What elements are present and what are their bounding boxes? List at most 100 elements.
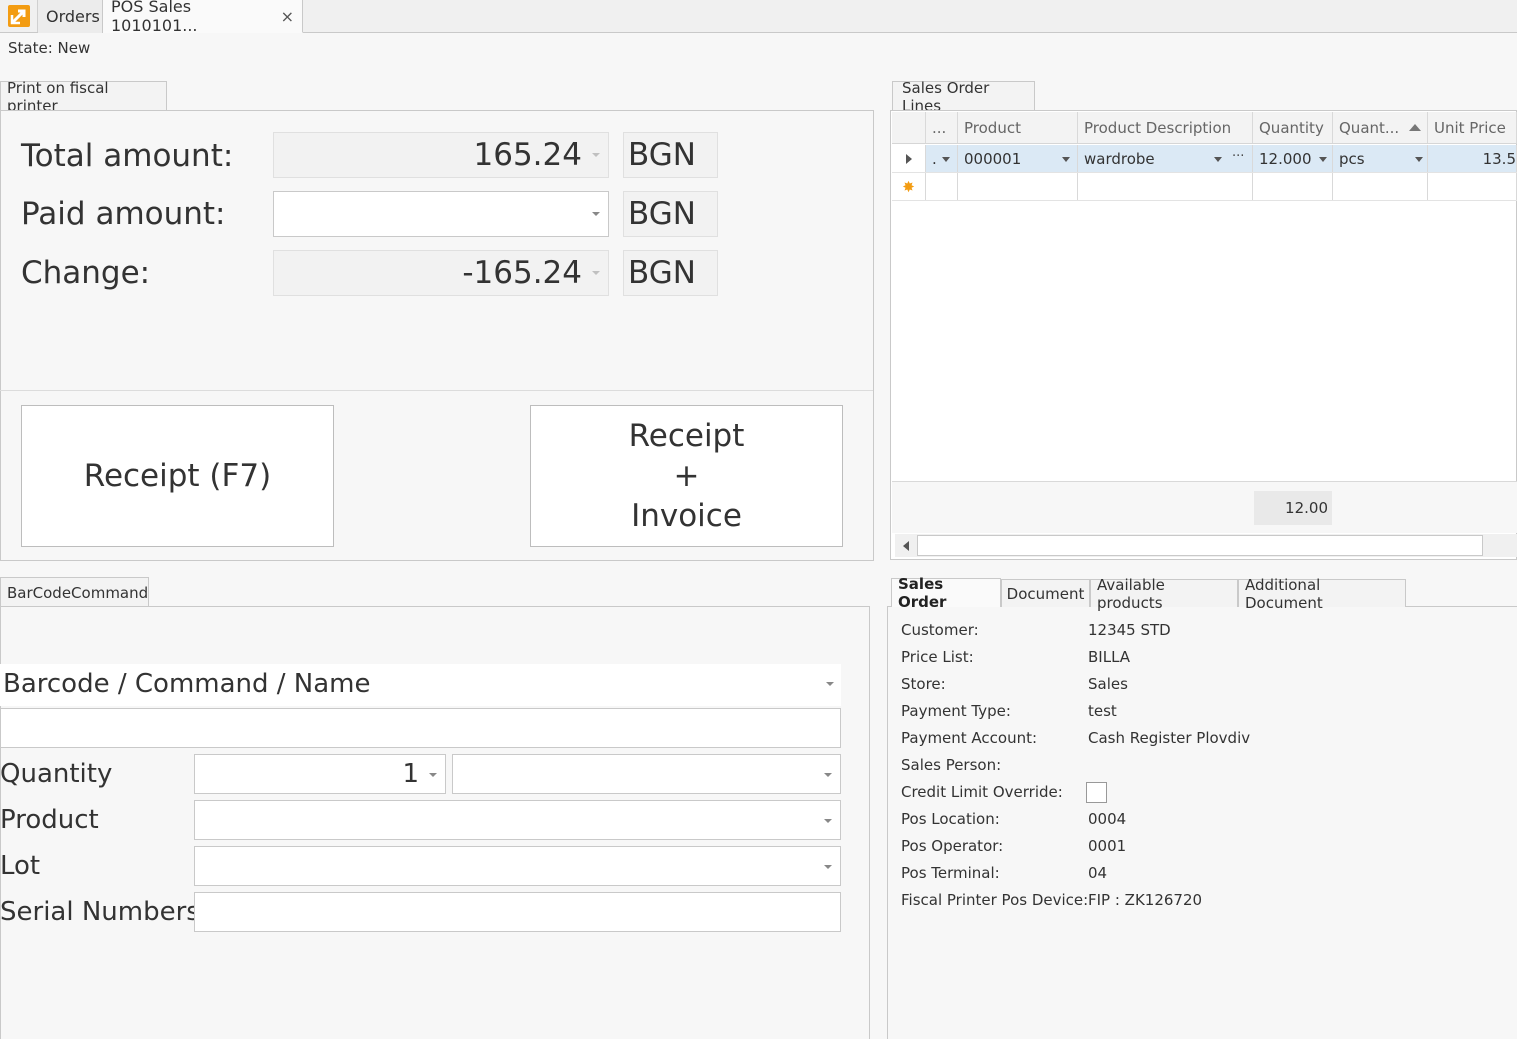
column-header-quantity-unit[interactable]: Quant...: [1333, 112, 1428, 143]
pos-terminal-value: 04: [1088, 864, 1108, 882]
chevron-down-icon: [592, 153, 600, 157]
cell-dots[interactable]: .: [926, 145, 958, 172]
cell-quantity-value: 12.000: [1259, 149, 1312, 168]
payment-account-value: Cash Register Plovdiv: [1088, 729, 1251, 747]
payment-type-value: test: [1088, 702, 1117, 720]
divider: [0, 390, 873, 391]
scrollbar-thumb[interactable]: [917, 535, 1483, 556]
chevron-down-icon[interactable]: [1415, 157, 1423, 162]
row-indicator-header: [892, 112, 926, 143]
payment-type-label: Payment Type:: [901, 702, 1011, 720]
cell-unit-price-value: 13.5: [1482, 149, 1516, 168]
tab-print-on-fiscal-printer[interactable]: Print on fiscal printer: [0, 79, 167, 115]
pos-location-label: Pos Location:: [901, 810, 1000, 828]
chevron-down-icon[interactable]: [824, 819, 832, 823]
column-header-dots[interactable]: ...: [926, 112, 958, 143]
tab-additional-document[interactable]: Additional Document: [1238, 576, 1406, 612]
pos-location-value: 0004: [1088, 810, 1127, 828]
ellipsis-button[interactable]: ···: [1232, 149, 1244, 164]
scroll-left-icon[interactable]: [895, 534, 917, 557]
change-currency: BGN: [623, 250, 718, 296]
cell-unit-price[interactable]: 13.5: [1428, 145, 1517, 172]
tab-additional-document-label: Additional Document: [1245, 575, 1323, 612]
column-header-quantity[interactable]: Quantity: [1253, 112, 1333, 143]
cell-quantity[interactable]: 12.000: [1253, 145, 1333, 172]
chevron-down-icon[interactable]: [1319, 157, 1327, 162]
barcode-command-header[interactable]: Barcode / Command / Name: [0, 664, 841, 706]
receipt-invoice-button[interactable]: Receipt + Invoice: [530, 405, 843, 547]
tab-pos-sales[interactable]: POS Sales 1010101... ×: [103, 0, 303, 35]
column-header-product-description[interactable]: Product Description: [1078, 112, 1253, 143]
receipt-button[interactable]: Receipt (F7): [21, 405, 334, 547]
horizontal-scrollbar[interactable]: [895, 534, 1517, 557]
new-cell-description[interactable]: [1078, 173, 1253, 200]
chevron-down-icon[interactable]: [1214, 157, 1222, 162]
tab-available-products[interactable]: Available products: [1090, 576, 1238, 612]
change-value: -165.24: [462, 255, 582, 291]
tab-document[interactable]: Document: [1001, 579, 1090, 607]
receipt-invoice-line-1: Receipt: [628, 418, 745, 454]
tab-sales-order-lines[interactable]: Sales Order Lines: [892, 79, 1035, 115]
chevron-down-icon[interactable]: [1062, 157, 1070, 162]
store-label: Store:: [901, 675, 946, 693]
payment-account-label: Payment Account:: [901, 729, 1038, 747]
app-logo-icon[interactable]: [0, 0, 38, 32]
new-cell-product[interactable]: [958, 173, 1078, 200]
column-header-product[interactable]: Product: [958, 112, 1078, 143]
paid-amount-input[interactable]: [273, 191, 609, 237]
lot-label: Lot: [0, 851, 41, 881]
price-list-label: Price List:: [901, 648, 974, 666]
customer-label: Customer:: [901, 621, 979, 639]
vertical-splitter[interactable]: [876, 72, 884, 562]
unit-select[interactable]: [452, 754, 841, 794]
credit-limit-override-label: Credit Limit Override:: [901, 783, 1063, 801]
fiscal-printer-device-value: FIP : ZK126720: [1088, 891, 1203, 909]
tab-available-products-label: Available products: [1097, 575, 1165, 612]
tab-document-label: Document: [1006, 584, 1085, 603]
barcode-input[interactable]: [0, 708, 841, 748]
tab-barcode-command[interactable]: BarCodeCommand: [0, 577, 149, 607]
new-cell-unit[interactable]: [1333, 173, 1428, 200]
cell-product[interactable]: 000001: [958, 145, 1078, 172]
pos-operator-label: Pos Operator:: [901, 837, 1004, 855]
credit-limit-override-checkbox[interactable]: [1086, 782, 1107, 803]
pos-operator-value: 0001: [1088, 837, 1127, 855]
new-item-row[interactable]: ✸: [892, 173, 1517, 201]
lot-select[interactable]: [194, 846, 841, 886]
new-cell-unit-price[interactable]: [1428, 173, 1517, 200]
new-row-icon: ✸: [892, 173, 926, 200]
new-cell-dots[interactable]: [926, 173, 958, 200]
cell-product-description[interactable]: wardrobe ···: [1078, 145, 1253, 172]
chevron-down-icon[interactable]: [824, 865, 832, 869]
row-indicator[interactable]: [892, 145, 926, 172]
tab-pos-sales-label: POS Sales 1010101...: [111, 0, 198, 35]
close-icon[interactable]: ×: [281, 7, 294, 26]
cell-quantity-unit[interactable]: pcs: [1333, 145, 1428, 172]
new-cell-quantity[interactable]: [1253, 173, 1333, 200]
serial-numbers-input[interactable]: [194, 892, 841, 932]
tab-sales-order[interactable]: Sales Order: [891, 575, 1001, 611]
chevron-down-icon[interactable]: [429, 773, 437, 777]
tab-orders[interactable]: Orders: [38, 0, 103, 33]
pos-terminal-label: Pos Terminal:: [901, 864, 1000, 882]
horizontal-splitter[interactable]: [0, 562, 874, 570]
tab-barcode-command-label: BarCodeCommand: [7, 583, 149, 602]
table-row[interactable]: . 000001 wardrobe ··· 12.000 pcs 13.5: [892, 145, 1517, 173]
column-header-unit-price[interactable]: Unit Price: [1428, 112, 1517, 143]
product-select[interactable]: [194, 800, 841, 840]
chevron-down-icon[interactable]: [942, 157, 950, 162]
serial-numbers-label: Serial Numbers: [0, 897, 200, 927]
chevron-down-icon[interactable]: [824, 773, 832, 777]
cell-dots-value: .: [932, 149, 937, 168]
customer-value: 12345 STD: [1088, 621, 1171, 639]
total-currency: BGN: [623, 132, 718, 178]
tab-sales-order-label: Sales Order: [898, 575, 947, 611]
chevron-down-icon[interactable]: [592, 212, 600, 216]
change-field: -165.24: [273, 250, 609, 296]
receipt-invoice-line-2: +: [673, 458, 700, 494]
receipt-button-label: Receipt (F7): [83, 458, 272, 494]
chevron-down-icon[interactable]: [826, 682, 834, 686]
grid-header: ... Product Product Description Quantity…: [892, 112, 1517, 144]
quantity-input[interactable]: 1: [194, 754, 446, 794]
quantity-total: 12.00: [1254, 491, 1332, 525]
